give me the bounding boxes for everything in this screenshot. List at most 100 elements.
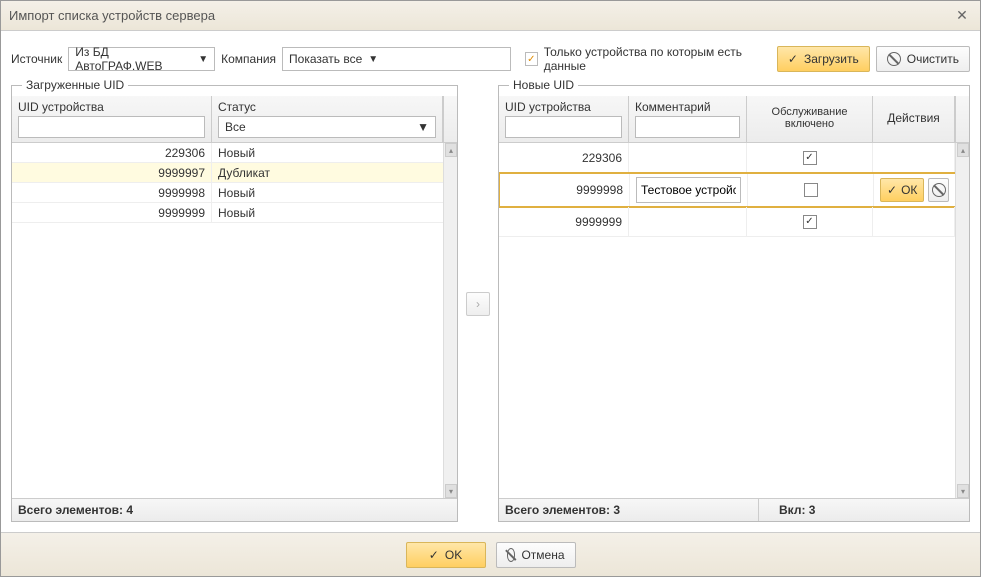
scroll-up-icon[interactable]: ▴ <box>957 143 969 157</box>
check-icon <box>887 183 897 197</box>
row-service <box>748 174 874 206</box>
row-comment <box>630 174 748 206</box>
loaded-header-uid: UID устройства <box>18 100 205 114</box>
clear-button-label: Очистить <box>907 52 959 66</box>
scrollbar[interactable]: ▴ ▾ <box>955 143 969 498</box>
cancel-button-label: Отмена <box>521 548 564 562</box>
company-label: Компания <box>221 52 276 66</box>
loaded-grid-header: UID устройства Статус Все ▼ <box>12 96 457 143</box>
check-icon <box>805 216 813 227</box>
loaded-status-filter-value: Все <box>225 120 246 134</box>
new-grid-footer: Всего элементов: 3 Вкл: 3 <box>499 498 969 521</box>
table-row[interactable]: 9999999 <box>499 207 969 237</box>
loaded-grid-body[interactable]: 229306Новый9999997Дубликат9999998Новый99… <box>12 143 457 498</box>
transfer-button[interactable]: › <box>466 292 490 316</box>
load-button-label: Загрузить <box>804 52 859 66</box>
cancel-button[interactable]: Отмена <box>496 542 576 568</box>
new-grid-header: UID устройства Комментарий Обслуживание … <box>499 96 969 143</box>
new-uid-filter[interactable] <box>505 116 622 138</box>
row-comment <box>629 207 747 236</box>
forbid-icon <box>887 52 901 66</box>
check-icon <box>527 54 535 65</box>
row-uid: 229306 <box>499 143 629 172</box>
clear-button[interactable]: Очистить <box>876 46 970 72</box>
loaded-header-status: Статус <box>218 100 436 114</box>
forbid-icon <box>932 183 946 197</box>
row-status: Новый <box>212 203 457 222</box>
row-ok-label: ОК <box>901 183 917 197</box>
row-service <box>747 207 873 236</box>
only-data-checkbox[interactable] <box>525 52 538 66</box>
row-actions <box>873 143 955 172</box>
loaded-footer-total: Всего элементов: 4 <box>12 499 457 521</box>
dialog-footer: OK Отмена <box>1 532 980 576</box>
only-data-label: Только устройства по которым есть данные <box>544 45 765 73</box>
new-header-uid: UID устройства <box>505 100 622 114</box>
new-header-comment: Комментарий <box>635 100 740 114</box>
transfer-area: › <box>466 85 490 522</box>
source-select[interactable]: Из БД АвтоГРАФ.WEB ▼ <box>68 47 215 71</box>
titlebar: Импорт списка устройств сервера <box>1 1 980 31</box>
row-comment <box>629 143 747 172</box>
table-row[interactable]: 229306Новый <box>12 143 457 163</box>
only-data-checkbox-wrap[interactable]: Только устройства по которым есть данные <box>525 45 765 73</box>
service-checkbox[interactable] <box>803 151 817 165</box>
company-select[interactable]: Показать все ▼ <box>282 47 511 71</box>
window-title: Импорт списка устройств сервера <box>9 8 952 23</box>
row-uid: 229306 <box>12 143 212 162</box>
row-status: Новый <box>212 183 457 202</box>
forbid-icon <box>507 548 516 562</box>
service-checkbox[interactable] <box>804 183 818 197</box>
loaded-grid-footer: Всего элементов: 4 <box>12 498 457 521</box>
new-footer-enabled: Вкл: 3 <box>759 499 969 521</box>
loaded-uid-filter[interactable] <box>18 116 205 138</box>
table-row[interactable]: 9999998Новый <box>12 183 457 203</box>
company-select-value: Показать все <box>289 52 362 66</box>
chevron-down-icon: ▼ <box>198 54 208 65</box>
row-ok-button[interactable]: ОК <box>880 178 924 202</box>
new-header-actions: Действия <box>887 111 940 125</box>
loaded-uid-legend: Загруженные UID <box>22 78 128 92</box>
row-status: Дубликат <box>212 163 457 182</box>
ok-button-label: OK <box>445 548 462 562</box>
new-comment-filter[interactable] <box>635 116 740 138</box>
row-uid: 9999998 <box>500 174 630 206</box>
row-uid: 9999999 <box>499 207 629 236</box>
check-icon <box>805 152 813 163</box>
loaded-uid-panel: Загруженные UID UID устройства Статус Вс… <box>11 85 458 522</box>
ok-button[interactable]: OK <box>406 542 486 568</box>
row-uid: 9999997 <box>12 163 212 182</box>
check-icon <box>788 52 798 66</box>
new-grid-body[interactable]: 2293069999998 ОК 9999999 ▴ ▾ <box>499 143 969 498</box>
table-row[interactable]: 9999998 ОК <box>499 173 969 207</box>
new-header-service: Обслуживание включено <box>753 106 866 130</box>
table-row[interactable]: 229306 <box>499 143 969 173</box>
new-uid-panel: Новые UID UID устройства Комментарий Обс… <box>498 85 970 522</box>
scroll-down-icon[interactable]: ▾ <box>445 484 457 498</box>
source-label: Источник <box>11 52 62 66</box>
row-service <box>747 143 873 172</box>
row-status: Новый <box>212 143 457 162</box>
row-actions <box>873 207 955 236</box>
service-checkbox[interactable] <box>803 215 817 229</box>
new-uid-legend: Новые UID <box>509 78 578 92</box>
check-icon <box>429 548 439 562</box>
close-button[interactable] <box>952 6 972 26</box>
toolbar: Источник Из БД АвтоГРАФ.WEB ▼ Компания П… <box>11 41 970 85</box>
new-footer-total: Всего элементов: 3 <box>499 499 759 521</box>
scroll-up-icon[interactable]: ▴ <box>445 143 457 157</box>
close-icon <box>956 7 968 24</box>
comment-input[interactable] <box>636 177 741 203</box>
scroll-down-icon[interactable]: ▾ <box>957 484 969 498</box>
scrollbar[interactable]: ▴ ▾ <box>443 143 457 498</box>
row-actions: ОК <box>874 174 956 206</box>
source-select-value: Из БД АвтоГРАФ.WEB <box>75 45 192 73</box>
row-uid: 9999998 <box>12 183 212 202</box>
table-row[interactable]: 9999999Новый <box>12 203 457 223</box>
chevron-down-icon: ▼ <box>417 120 429 134</box>
table-row[interactable]: 9999997Дубликат <box>12 163 457 183</box>
row-cancel-button[interactable] <box>928 178 949 202</box>
load-button[interactable]: Загрузить <box>777 46 870 72</box>
row-uid: 9999999 <box>12 203 212 222</box>
loaded-status-filter[interactable]: Все ▼ <box>218 116 436 138</box>
